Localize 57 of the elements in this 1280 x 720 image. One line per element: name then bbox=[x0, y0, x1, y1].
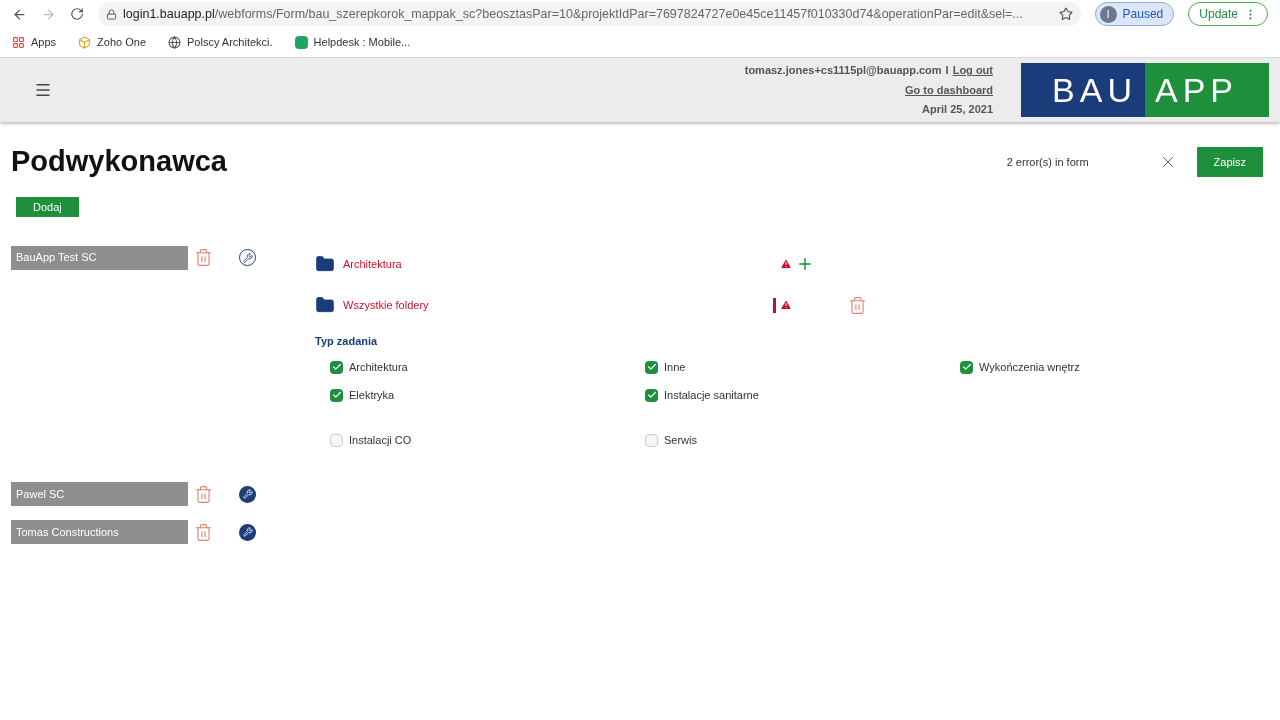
page-title: Podwykonawca bbox=[11, 144, 227, 179]
menu-icon[interactable] bbox=[34, 81, 52, 99]
globe-icon bbox=[168, 36, 181, 49]
checkbox-label: Elektryka bbox=[349, 387, 395, 403]
checkbox-label: Architektura bbox=[349, 359, 408, 375]
folder-link[interactable]: Architektura bbox=[343, 255, 768, 273]
add-icon[interactable] bbox=[796, 255, 814, 273]
folder-link[interactable]: Wszystkie foldery bbox=[343, 296, 768, 314]
logo-text: BAU bbox=[1021, 63, 1145, 117]
separator-text: I bbox=[945, 63, 949, 79]
checkbox[interactable] bbox=[645, 388, 658, 402]
logo-text: APP bbox=[1145, 63, 1269, 117]
error-count: 2 error(s) in form bbox=[1006, 154, 1089, 170]
checkbox-label: Wykończenia wnętrz bbox=[979, 359, 1080, 375]
helpdesk-icon bbox=[294, 36, 308, 49]
checkbox[interactable] bbox=[330, 388, 343, 402]
reload-icon[interactable] bbox=[70, 7, 84, 21]
date-text: April 25, 2021 bbox=[922, 102, 993, 118]
trash-icon[interactable] bbox=[194, 484, 213, 504]
checkbox[interactable] bbox=[330, 360, 343, 374]
checkbox[interactable] bbox=[330, 433, 343, 447]
folder-icon bbox=[315, 295, 335, 315]
url-text: login1.bauapp.pl/webforms/Form/bau_szerepkorok_mappak_sc?beosztasPar=10&projektIdPar=7697824727e0e45ce11457f010330d74&operationPar=edit&sel=... bbox=[123, 5, 1023, 23]
profile-button[interactable]: I Paused bbox=[1094, 2, 1175, 26]
bookmark[interactable]: Polscy Architekci. bbox=[168, 34, 273, 51]
user-email: tomasz.jones+cs1115pl@bauapp.com bbox=[744, 63, 942, 79]
back-icon[interactable] bbox=[12, 6, 27, 22]
profile-status: Paused bbox=[1122, 6, 1164, 23]
dashboard-link[interactable]: Go to dashboard bbox=[905, 81, 993, 99]
trash-icon[interactable] bbox=[194, 248, 213, 267]
subcontractor-name[interactable]: Tomas Constructions bbox=[11, 520, 188, 544]
folder-icon bbox=[315, 254, 335, 274]
checkbox-label: Inne bbox=[664, 359, 686, 375]
profile-avatar: I bbox=[1099, 5, 1117, 23]
subcontractor-name[interactable]: BauApp Test SC bbox=[11, 245, 188, 270]
checkbox[interactable] bbox=[960, 360, 973, 374]
checkbox-label: Instalacji CO bbox=[349, 432, 412, 448]
lock-icon bbox=[106, 8, 117, 20]
checkbox[interactable] bbox=[645, 433, 658, 447]
save-button[interactable]: Zapisz bbox=[1196, 146, 1263, 177]
bookmark[interactable]: Helpdesk : Mobile... bbox=[294, 34, 411, 51]
cube-icon bbox=[78, 36, 92, 49]
address-bar[interactable]: login1.bauapp.pl/webforms/Form/bau_szerepkorok_mappak_sc?beosztasPar=10&projektIdPar=7697824727e0e45ce11457f010330d74&operationPar=edit&sel=... bbox=[98, 2, 1081, 26]
checkbox-label: Serwis bbox=[664, 432, 697, 448]
bookmark[interactable]: Apps bbox=[12, 34, 57, 51]
add-button[interactable]: Dodaj bbox=[16, 196, 79, 217]
section-title: Typ zadania bbox=[315, 333, 379, 349]
star-icon[interactable] bbox=[1058, 7, 1073, 21]
bookmark[interactable]: Zoho One bbox=[78, 34, 146, 51]
apps-grid-icon bbox=[12, 36, 25, 49]
logout-link[interactable]: Log out bbox=[952, 62, 993, 79]
checkbox-label: Instalacje sanitarne bbox=[664, 387, 759, 403]
trash-icon[interactable] bbox=[848, 295, 867, 315]
trash-icon[interactable] bbox=[194, 522, 213, 542]
subcontractor-name[interactable]: Pawel SC bbox=[11, 482, 188, 506]
error-bar bbox=[772, 297, 776, 313]
checkbox[interactable] bbox=[645, 360, 658, 374]
